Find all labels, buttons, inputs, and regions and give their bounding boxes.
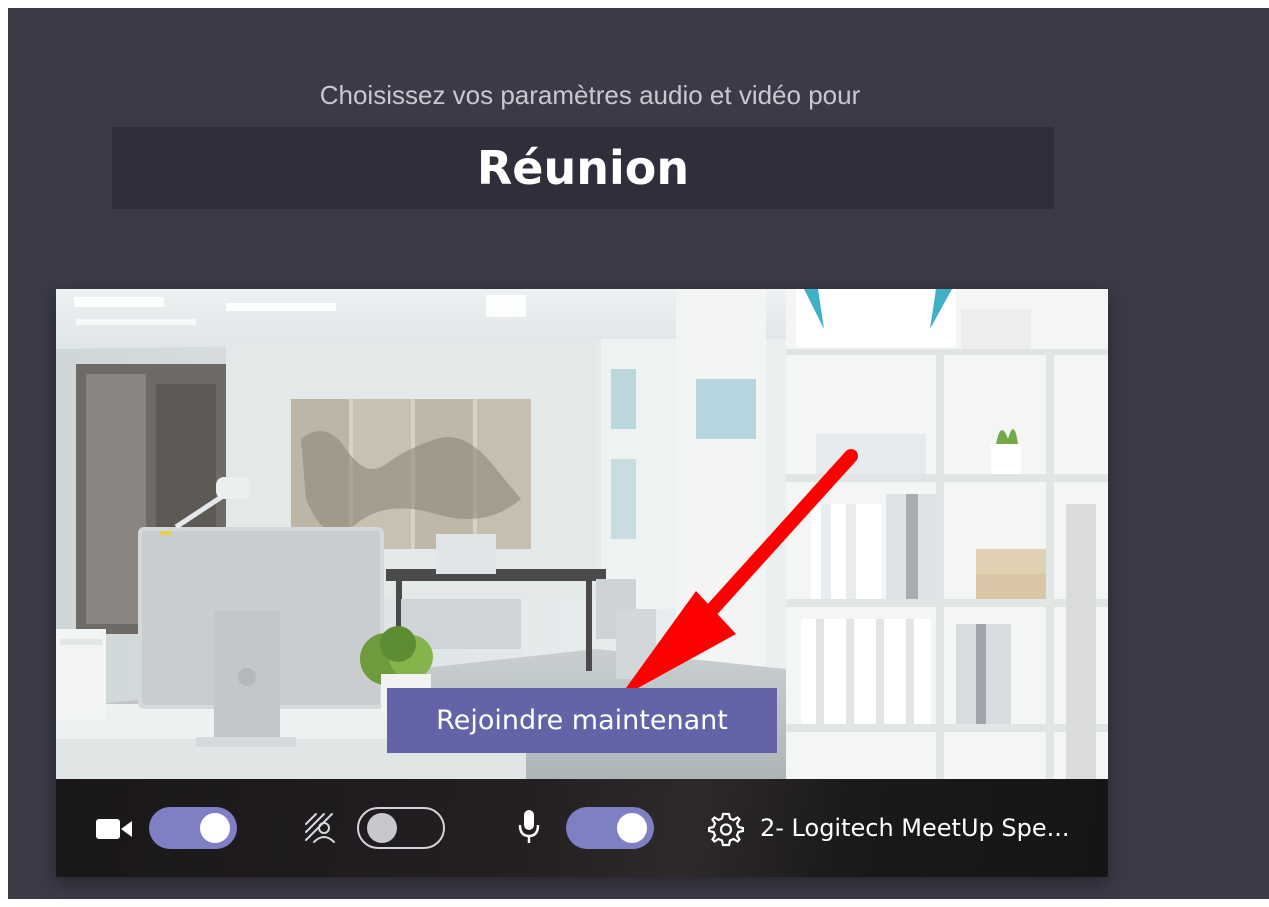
- meeting-title-box: Réunion: [112, 127, 1054, 209]
- pre-join-screen: Choisissez vos paramètres audio et vidéo…: [8, 8, 1269, 899]
- camera-toggle[interactable]: [149, 807, 237, 849]
- gear-icon[interactable]: [708, 811, 744, 847]
- video-preview: Rejoindre maintenant 2- Logitech MeetUp …: [56, 289, 1108, 877]
- background-effects-toggle-knob: [367, 813, 397, 843]
- microphone-toggle[interactable]: [566, 807, 654, 849]
- microphone-toggle-knob: [617, 813, 647, 843]
- camera-toggle-knob: [200, 813, 230, 843]
- join-now-button[interactable]: Rejoindre maintenant: [387, 688, 777, 753]
- meeting-title: Réunion: [476, 141, 690, 195]
- device-controls-bar: 2- Logitech MeetUp Spe...: [56, 779, 1108, 877]
- background-effects-toggle[interactable]: [357, 807, 445, 849]
- background-blur-icon: [305, 813, 335, 843]
- microphone-icon: [518, 810, 540, 843]
- audio-device-label[interactable]: 2- Logitech MeetUp Spe...: [760, 809, 1070, 847]
- settings-subtitle: Choisissez vos paramètres audio et vidéo…: [319, 80, 861, 110]
- video-camera-icon: [96, 819, 132, 839]
